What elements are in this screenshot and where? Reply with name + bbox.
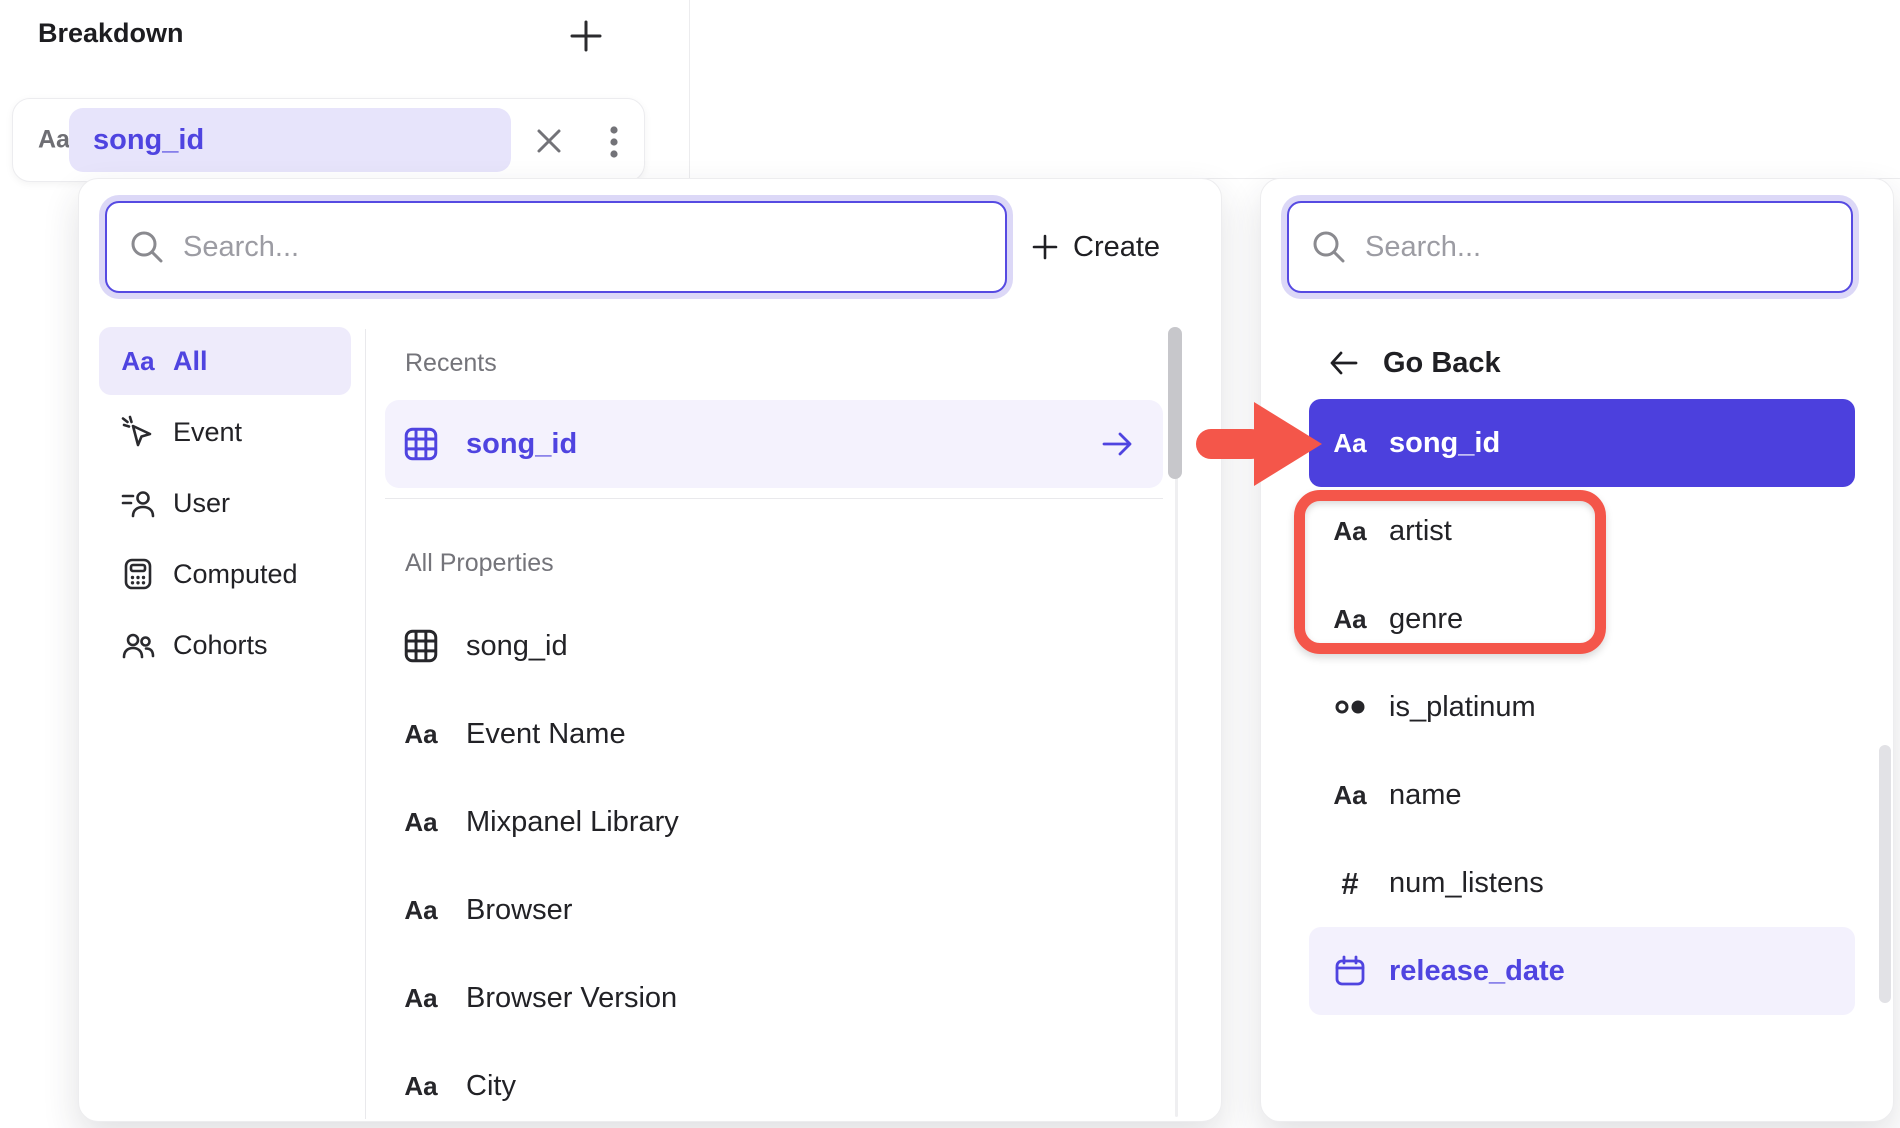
people-icon <box>119 627 157 663</box>
property-row-browser[interactable]: Aa Browser <box>385 866 1163 954</box>
search-icon <box>129 229 165 265</box>
table-grid-icon <box>402 425 440 463</box>
property-label: Mixpanel Library <box>466 806 679 839</box>
sub-property-label: num_listens <box>1389 867 1544 900</box>
property-label: Event Name <box>466 718 626 751</box>
text-type-icon: Aa <box>402 809 440 835</box>
property-list: Recents song_id All Properties song_id <box>385 329 1163 1128</box>
scrollbar-thumb[interactable] <box>1168 327 1182 479</box>
recents-header: Recents <box>405 351 1163 376</box>
sub-property-label: artist <box>1389 515 1452 548</box>
category-all[interactable]: Aa All <box>99 327 351 395</box>
calculator-icon <box>119 556 157 592</box>
text-type-icon: Aa <box>1331 430 1369 456</box>
go-back-button[interactable]: Go Back <box>1327 331 1501 395</box>
property-label: Browser <box>466 894 572 927</box>
property-label: song_id <box>466 630 568 663</box>
text-type-icon: Aa <box>1331 518 1369 544</box>
property-label: City <box>466 1070 516 1103</box>
plus-icon <box>1031 233 1059 261</box>
category-label: Event <box>173 417 242 448</box>
text-type-icon: Aa <box>38 126 70 155</box>
table-grid-icon <box>402 627 440 665</box>
sub-property-row-name[interactable]: Aa name <box>1309 751 1855 839</box>
kebab-menu-icon <box>603 123 625 161</box>
sub-property-label: release_date <box>1389 955 1565 988</box>
text-type-icon: Aa <box>402 985 440 1011</box>
recent-property-label: song_id <box>466 428 577 461</box>
category-label: User <box>173 488 230 519</box>
cursor-click-icon <box>119 414 157 450</box>
drill-in-arrow-icon[interactable] <box>1099 426 1135 462</box>
recent-property-song-id[interactable]: song_id <box>385 400 1163 488</box>
sub-property-label: name <box>1389 779 1462 812</box>
sub-property-row-release-date[interactable]: release_date <box>1309 927 1855 1015</box>
app-vertical-divider <box>689 0 690 178</box>
search-input[interactable] <box>1365 231 1770 264</box>
property-search <box>105 201 1007 293</box>
boolean-icon <box>1331 688 1369 726</box>
remove-breakdown-button[interactable] <box>534 126 564 156</box>
category-cohorts[interactable]: Cohorts <box>99 611 351 679</box>
create-property-button[interactable]: Create <box>1031 215 1160 279</box>
all-properties-header: All Properties <box>405 551 1163 576</box>
category-user[interactable]: User <box>99 469 351 537</box>
breakdown-chip-value[interactable]: song_id <box>69 108 511 172</box>
scrollbar-thumb[interactable] <box>1879 745 1891 1003</box>
number-icon: # <box>1331 868 1369 899</box>
sub-property-list: Aa song_id Aa artist Aa genre is_platinu… <box>1309 399 1855 1015</box>
sub-property-row-genre[interactable]: Aa genre <box>1309 575 1855 663</box>
value-search <box>1287 201 1853 293</box>
sub-property-row-song-id[interactable]: Aa song_id <box>1309 399 1855 487</box>
breakdown-options-button[interactable] <box>603 123 625 161</box>
category-label: Cohorts <box>173 630 268 661</box>
property-picker-panel: Create Aa All Event User <box>78 178 1222 1122</box>
text-type-icon: Aa <box>1331 606 1369 632</box>
sub-property-row-artist[interactable]: Aa artist <box>1309 487 1855 575</box>
all-properties-list: song_id Aa Event Name Aa Mixpanel Librar… <box>385 602 1163 1128</box>
text-type-icon: Aa <box>119 348 157 374</box>
breakdown-section-title: Breakdown <box>38 18 184 49</box>
create-label: Create <box>1073 231 1160 264</box>
property-value-panel: Go Back Aa song_id Aa artist Aa genre is… <box>1260 178 1894 1122</box>
property-row-browser-version[interactable]: Aa Browser Version <box>385 954 1163 1042</box>
list-divider <box>385 498 1163 499</box>
search-input[interactable] <box>183 231 840 264</box>
add-breakdown-button[interactable] <box>566 16 606 56</box>
text-type-icon: Aa <box>402 897 440 923</box>
sub-property-label: genre <box>1389 603 1463 636</box>
property-label: Browser Version <box>466 982 677 1015</box>
text-type-icon: Aa <box>402 1073 440 1099</box>
text-type-icon: Aa <box>1331 782 1369 808</box>
arrow-left-icon <box>1327 346 1361 380</box>
property-row-event-name[interactable]: Aa Event Name <box>385 690 1163 778</box>
category-label: All <box>173 346 208 377</box>
category-sidebar: Aa All Event User Computed <box>99 327 351 679</box>
category-label: Computed <box>173 559 298 590</box>
property-row-city[interactable]: Aa City <box>385 1042 1163 1128</box>
text-type-icon: Aa <box>402 721 440 747</box>
category-event[interactable]: Event <box>99 398 351 466</box>
screen: Breakdown Aa song_id Create Aa All <box>0 0 1900 1128</box>
user-list-icon <box>119 485 157 521</box>
annotation-arrow <box>1196 398 1326 490</box>
calendar-icon <box>1331 953 1369 989</box>
sidebar-divider <box>365 329 366 1119</box>
go-back-label: Go Back <box>1383 347 1501 380</box>
sub-property-label: song_id <box>1389 427 1500 460</box>
plus-icon <box>568 18 604 54</box>
property-row-song-id[interactable]: song_id <box>385 602 1163 690</box>
close-icon <box>534 126 564 156</box>
property-row-mixpanel-library[interactable]: Aa Mixpanel Library <box>385 778 1163 866</box>
search-icon <box>1311 229 1347 265</box>
sub-property-label: is_platinum <box>1389 691 1536 724</box>
category-computed[interactable]: Computed <box>99 540 351 608</box>
breakdown-chip: Aa song_id <box>12 98 645 182</box>
chip-value-label: song_id <box>93 124 204 157</box>
sub-property-row-num-listens[interactable]: # num_listens <box>1309 839 1855 927</box>
sub-property-row-is-platinum[interactable]: is_platinum <box>1309 663 1855 751</box>
